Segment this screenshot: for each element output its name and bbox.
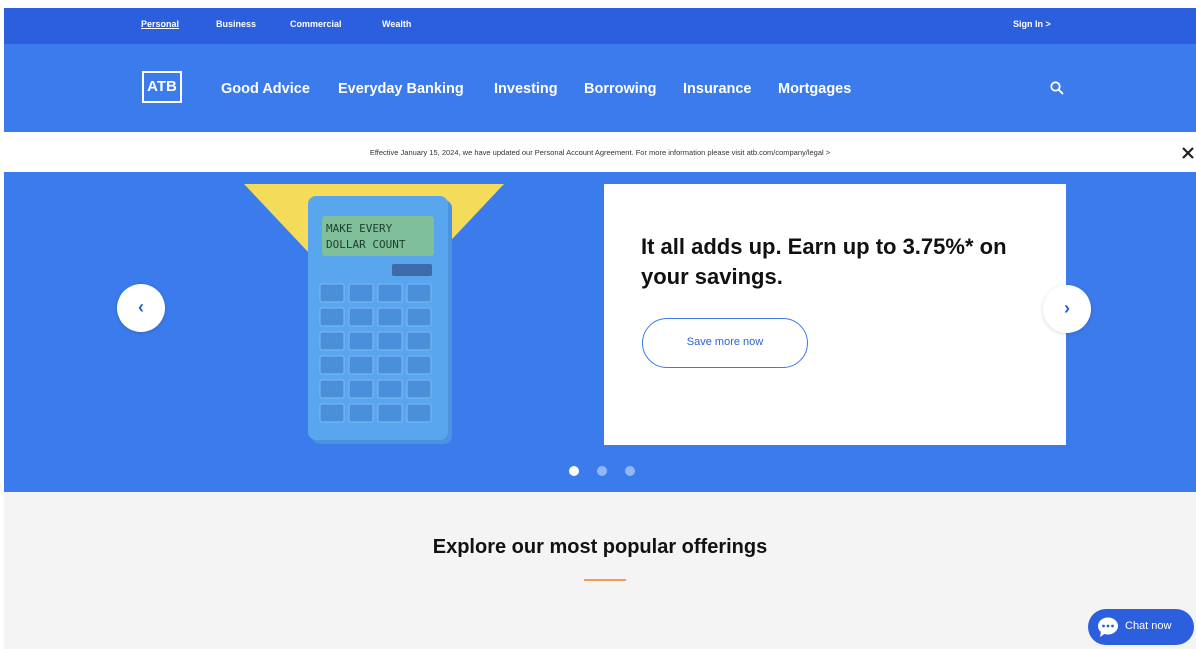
save-more-button[interactable]: Save more now [642, 318, 808, 368]
calculator-key [348, 355, 374, 375]
carousel-dot[interactable] [625, 466, 635, 476]
calculator-display-line-1: MAKE EVERY [326, 222, 393, 235]
calculator-key [348, 307, 374, 327]
carousel-prev-button[interactable]: ‹ [117, 284, 165, 332]
utility-bar: Personal Business Commercial Wealth Sign… [4, 8, 1196, 44]
main-nav: ATB Good Advice Everyday Banking Investi… [4, 44, 1196, 132]
calculator-illustration: MAKE EVERY DOLLAR COUNT [244, 184, 504, 444]
calculator-key [406, 379, 432, 399]
nav-insurance[interactable]: Insurance [683, 81, 752, 97]
carousel-next-button[interactable]: › [1043, 285, 1091, 333]
explore-title: Explore our most popular offerings [432, 536, 768, 558]
calculator-key [377, 307, 403, 327]
close-icon[interactable] [1180, 145, 1196, 161]
calculator-display-line-2: DOLLAR COUNT [326, 238, 406, 251]
hero-carousel: MAKE EVERY DOLLAR COUNT ‹ It all adds up… [4, 172, 1196, 492]
nav-good-advice[interactable]: Good Advice [221, 81, 310, 97]
title-underline [584, 579, 626, 581]
calculator-key [319, 283, 345, 303]
notice-bar: Effective January 15, 2024, we have upda… [4, 136, 1196, 172]
utility-link-wealth[interactable]: Wealth [382, 19, 411, 29]
search-icon[interactable] [1049, 80, 1065, 96]
explore-section: Explore our most popular offerings [4, 492, 1196, 649]
sign-in-link[interactable]: Sign In > [1013, 19, 1051, 29]
carousel-dot[interactable] [569, 466, 579, 476]
calculator-key [348, 403, 374, 423]
calculator-key [348, 331, 374, 351]
chat-now-button[interactable]: Chat now [1088, 609, 1194, 645]
calculator-key [406, 331, 432, 351]
calculator-key [319, 379, 345, 399]
calculator-key [319, 403, 345, 423]
calculator-key [319, 331, 345, 351]
calculator-key [377, 355, 403, 375]
carousel-dot[interactable] [597, 466, 607, 476]
calculator-key [377, 403, 403, 423]
carousel-dots [569, 466, 649, 478]
nav-borrowing[interactable]: Borrowing [584, 81, 657, 97]
promo-title: It all adds up. Earn up to 3.75%* on you… [641, 234, 1007, 289]
calculator-key [377, 331, 403, 351]
calculator-key [377, 283, 403, 303]
atb-logo[interactable]: ATB [142, 71, 182, 103]
calculator-key [406, 307, 432, 327]
notice-text[interactable]: Effective January 15, 2024, we have upda… [4, 148, 1196, 157]
nav-everyday-banking[interactable]: Everyday Banking [338, 81, 464, 97]
calculator-key [348, 379, 374, 399]
calculator-key [319, 307, 345, 327]
utility-link-commercial[interactable]: Commercial [290, 19, 342, 29]
calculator-key [377, 379, 403, 399]
chat-bubble-icon [1098, 617, 1118, 637]
nav-investing[interactable]: Investing [494, 81, 558, 97]
calculator-key [406, 283, 432, 303]
utility-link-personal[interactable]: Personal [141, 19, 179, 29]
calculator-key [319, 355, 345, 375]
utility-link-business[interactable]: Business [216, 19, 256, 29]
nav-mortgages[interactable]: Mortgages [778, 81, 851, 97]
promo-card: It all adds up. Earn up to 3.75%* on you… [604, 184, 1066, 445]
calculator-key [348, 283, 374, 303]
calculator-key [406, 355, 432, 375]
chat-label: Chat now [1125, 620, 1172, 632]
calculator-key [406, 403, 432, 423]
